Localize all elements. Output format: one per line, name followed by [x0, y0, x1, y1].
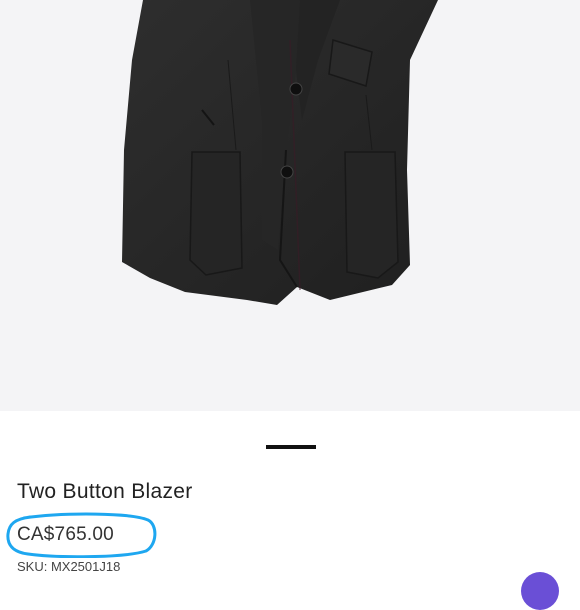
- blazer-photo: [122, 0, 438, 305]
- product-image[interactable]: [0, 0, 580, 411]
- chat-icon[interactable]: [521, 572, 559, 610]
- product-sku: SKU: MX2501J18: [17, 559, 121, 574]
- product-price: CA$765.00: [17, 524, 114, 545]
- product-title: Two Button Blazer: [17, 480, 193, 503]
- carousel-indicator[interactable]: [266, 445, 316, 449]
